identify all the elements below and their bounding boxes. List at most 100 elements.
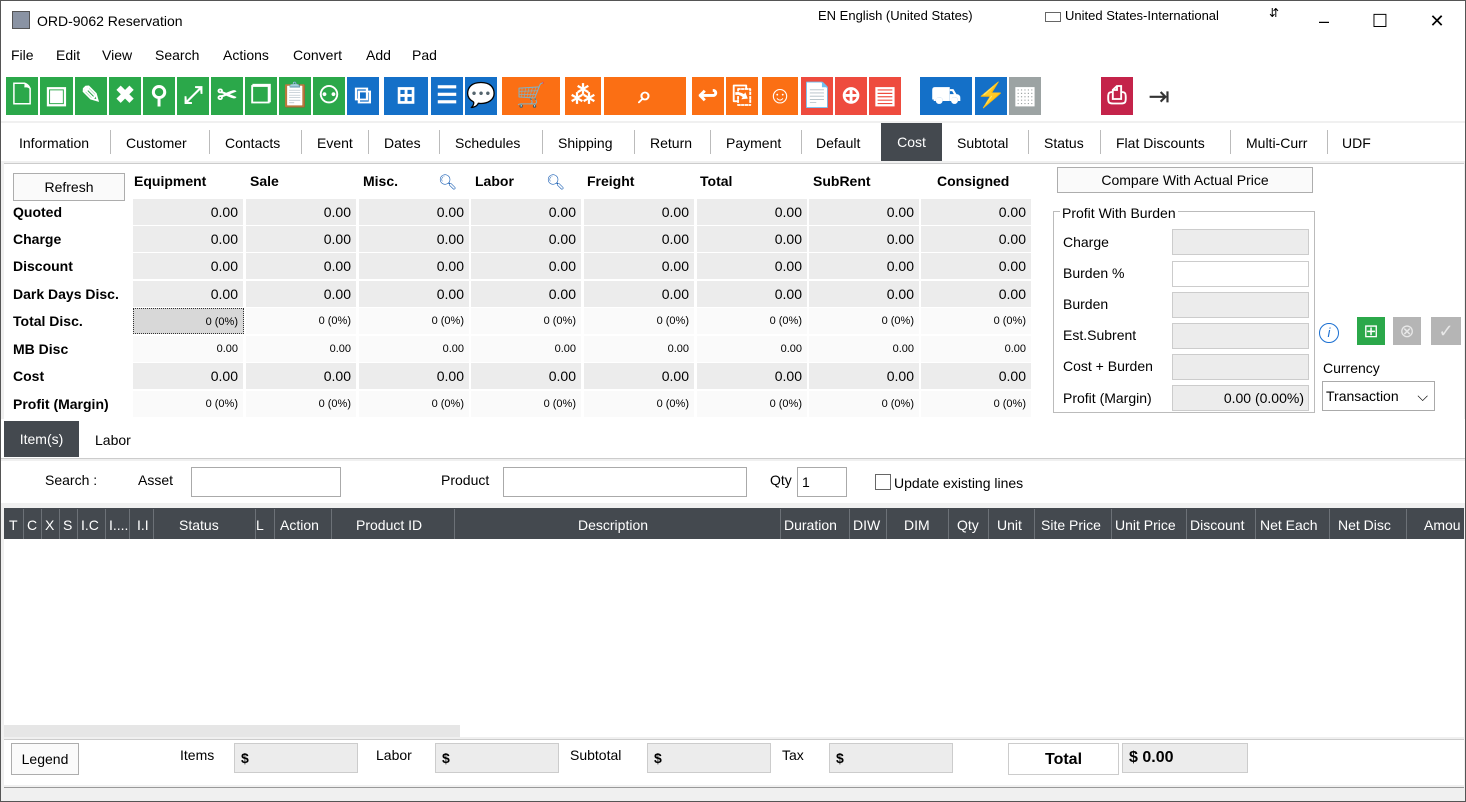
tab-flat-discounts[interactable]: Flat Discounts <box>1116 135 1205 151</box>
cost-cell[interactable]: 0.00 <box>133 363 244 389</box>
cost-cell[interactable]: 0.00 <box>471 281 582 307</box>
layout-icon[interactable]: ⊞ <box>384 77 428 115</box>
cost-cell[interactable]: 0 (0%) <box>133 308 244 334</box>
column-divider[interactable] <box>77 509 78 539</box>
cancel-icon[interactable]: ⊗ <box>1393 317 1421 345</box>
cost-cell[interactable]: 0.00 <box>921 199 1032 225</box>
refresh-button[interactable]: Refresh <box>13 173 125 201</box>
cost-cell[interactable]: 0.00 <box>471 199 582 225</box>
cost-cell[interactable]: 0 (0%) <box>246 308 357 334</box>
tab-default[interactable]: Default <box>816 135 860 151</box>
cost-cell[interactable]: 0.00 <box>246 253 357 279</box>
column-divider[interactable] <box>331 509 332 539</box>
tab-items[interactable]: Item(s) <box>4 421 79 457</box>
grid-column-header[interactable]: T <box>9 517 18 533</box>
cost-cell[interactable]: 0 (0%) <box>809 391 920 417</box>
qty-input[interactable]: 1 <box>797 467 847 497</box>
cost-cell[interactable]: 0 (0%) <box>584 308 695 334</box>
cost-cell[interactable]: 0 (0%) <box>359 391 470 417</box>
grid-column-header[interactable]: DIM <box>904 517 930 533</box>
grid-column-header[interactable]: Product ID <box>356 517 422 533</box>
cost-cell[interactable]: 0.00 <box>697 199 808 225</box>
grid-column-header[interactable]: Unit <box>997 517 1022 533</box>
cost-cell[interactable]: 0.00 <box>584 363 695 389</box>
cost-cell[interactable]: 0.00 <box>584 226 695 252</box>
column-divider[interactable] <box>1186 509 1187 539</box>
delete-icon[interactable]: ✖ <box>109 77 141 115</box>
grid-column-header[interactable]: Unit Price <box>1115 517 1176 533</box>
cost-cell[interactable]: 0.00 <box>921 226 1032 252</box>
cost-cell[interactable]: 0 (0%) <box>921 308 1032 334</box>
calculator-icon[interactable]: ⊞ <box>1357 317 1385 345</box>
cost-cell[interactable]: 0.00 <box>133 281 244 307</box>
grid-column-header[interactable]: L <box>256 517 264 533</box>
network-icon[interactable]: ⁂ <box>565 77 601 115</box>
cost-cell[interactable]: 0.00 <box>246 199 357 225</box>
grid-column-header[interactable]: I.I <box>137 517 149 533</box>
menu-file[interactable]: File <box>11 47 34 63</box>
menu-search[interactable]: Search <box>155 47 199 63</box>
cost-cell[interactable]: 0.00 <box>809 281 920 307</box>
document-list-icon[interactable]: 📄 <box>801 77 833 115</box>
language-indicator[interactable]: EN English (United States) <box>818 8 973 23</box>
cost-cell[interactable]: 0.00 <box>471 253 582 279</box>
menu-pad[interactable]: Pad <box>412 47 437 63</box>
tab-customer[interactable]: Customer <box>126 135 187 151</box>
cost-cell[interactable]: 0 (0%) <box>809 308 920 334</box>
tab-schedules[interactable]: Schedules <box>455 135 520 151</box>
return-icon[interactable]: ↩ <box>692 77 724 115</box>
grid-column-header[interactable]: Status <box>179 517 219 533</box>
column-divider[interactable] <box>988 509 989 539</box>
cost-cell[interactable]: 0 (0%) <box>471 391 582 417</box>
grid-column-header[interactable]: S <box>63 517 72 533</box>
cost-cell[interactable]: 0.00 <box>809 336 920 362</box>
tab-event[interactable]: Event <box>317 135 353 151</box>
new-document-icon[interactable]: 🗋 <box>6 77 38 115</box>
grid-column-header[interactable]: I.C <box>81 517 99 533</box>
tab-payment[interactable]: Payment <box>726 135 781 151</box>
tab-udf[interactable]: UDF <box>1342 135 1371 151</box>
cost-cell[interactable]: 0.00 <box>584 281 695 307</box>
cost-cell[interactable]: 0 (0%) <box>584 391 695 417</box>
cost-cell[interactable]: 0.00 <box>584 253 695 279</box>
comment-icon[interactable]: 💬 <box>465 77 497 115</box>
column-divider[interactable] <box>454 509 455 539</box>
search-package-icon[interactable]: ⌕ <box>604 77 686 115</box>
cost-cell[interactable]: 0.00 <box>809 199 920 225</box>
cost-cell[interactable]: 0.00 <box>921 281 1032 307</box>
tab-dates[interactable]: Dates <box>384 135 421 151</box>
cost-cell[interactable]: 0.00 <box>809 226 920 252</box>
cost-cell[interactable]: 0.00 <box>921 336 1032 362</box>
tab-information[interactable]: Information <box>19 135 89 151</box>
cost-cell[interactable]: 0.00 <box>359 363 470 389</box>
tab-return[interactable]: Return <box>650 135 692 151</box>
grid-column-header[interactable]: Action <box>280 517 319 533</box>
paste-icon[interactable]: 📋 <box>279 77 311 115</box>
money-icon[interactable]: ▤ <box>869 77 901 115</box>
cost-cell[interactable]: 0.00 <box>133 226 244 252</box>
smiley-icon[interactable]: ☺ <box>762 77 798 115</box>
cost-cell[interactable]: 0.00 <box>697 253 808 279</box>
cost-cell[interactable]: 0 (0%) <box>921 391 1032 417</box>
burden-percent-input[interactable] <box>1172 261 1309 287</box>
printer-icon[interactable]: ⎙ <box>1101 77 1133 115</box>
cost-cell[interactable]: 0 (0%) <box>697 391 808 417</box>
truck-icon[interactable]: ⛟ <box>920 77 972 115</box>
cost-cell[interactable]: 0.00 <box>133 199 244 225</box>
minimize-button[interactable]: – <box>1309 9 1339 33</box>
cost-cell[interactable]: 0.00 <box>246 281 357 307</box>
product-input[interactable] <box>503 467 747 497</box>
grid-column-header[interactable]: Site Price <box>1041 517 1101 533</box>
cost-cell[interactable]: 0.00 <box>359 253 470 279</box>
grid-column-header[interactable]: C <box>27 517 37 533</box>
column-divider[interactable] <box>1406 509 1407 539</box>
cost-cell[interactable]: 0.00 <box>584 336 695 362</box>
cost-cell[interactable]: 0 (0%) <box>471 308 582 334</box>
tab-labor[interactable]: Labor <box>95 432 131 448</box>
cost-cell[interactable]: 0.00 <box>359 281 470 307</box>
cost-cell[interactable]: 0.00 <box>471 336 582 362</box>
grid-column-header[interactable]: I.... <box>109 517 128 533</box>
column-divider[interactable] <box>1034 509 1035 539</box>
grid-column-header[interactable]: Amou <box>1424 517 1461 533</box>
column-divider[interactable] <box>948 509 949 539</box>
